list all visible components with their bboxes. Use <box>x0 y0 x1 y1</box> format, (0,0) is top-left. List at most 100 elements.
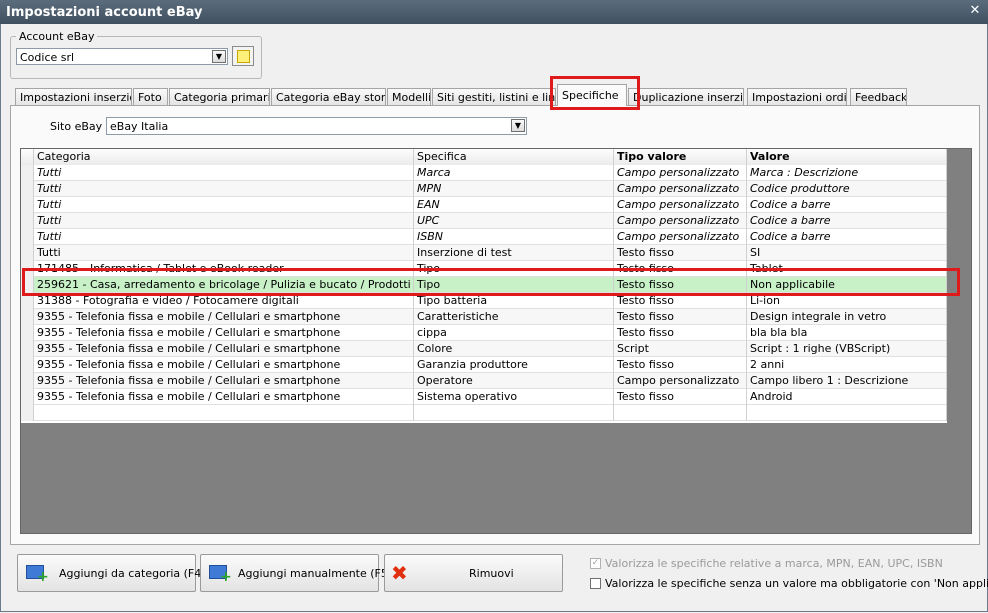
table-cell: bla bla bla <box>747 325 947 341</box>
table-cell: Testo fisso <box>614 277 747 293</box>
close-icon[interactable]: ✕ <box>968 4 982 18</box>
site-label: Sito eBay : <box>50 120 110 133</box>
row-indicator[interactable] <box>21 341 34 357</box>
table-cell: Sistema operativo <box>414 389 614 405</box>
table-cell: Testo fisso <box>614 357 747 373</box>
row-indicator[interactable] <box>21 245 34 261</box>
tab-foto[interactable]: Foto <box>133 88 168 105</box>
add-from-category-button[interactable]: Aggiungi da categoria (F4) <box>17 554 206 592</box>
opt2-label: Valorizza le specifiche senza un valore … <box>605 577 988 590</box>
tab-feedback[interactable]: Feedback <box>850 88 907 105</box>
table-cell: Tutti <box>34 197 414 213</box>
delete-icon: ✖ <box>391 561 408 585</box>
add-manual-button[interactable]: Aggiungi manualmente (F5) <box>200 554 392 592</box>
chevron-down-icon[interactable]: ▼ <box>212 50 226 63</box>
tab-categoria-ebay-store[interactable]: Categoria eBay store <box>271 88 386 105</box>
table-cell: Testo fisso <box>614 389 747 405</box>
account-edit-button[interactable] <box>232 46 254 66</box>
specifiche-grid[interactable]: Categoria Specifica Tipo valore Valore Tutti… <box>20 148 972 534</box>
row-indicator[interactable] <box>21 405 34 421</box>
row-indicator[interactable] <box>21 229 34 245</box>
opt2-checkbox[interactable] <box>590 578 601 589</box>
table-row[interactable]: 9355 - Telefonia fissa e mobile / Cellul… <box>21 357 947 373</box>
row-indicator[interactable] <box>21 261 34 277</box>
column-header: Valore <box>747 149 947 165</box>
table-row[interactable]: Tutti Inserzione di test Testo fisso SI <box>21 245 947 261</box>
note-icon <box>237 50 250 63</box>
add-icon <box>209 565 232 585</box>
table-row[interactable]: 31388 - Fotografia e video / Fotocamere … <box>21 293 947 309</box>
tab-impostazioni-inserzioni[interactable]: Impostazioni inserzioni <box>15 88 132 105</box>
table-cell: 9355 - Telefonia fissa e mobile / Cellul… <box>34 357 414 373</box>
table-row[interactable]: Tutti Marca Campo personalizzato Marca : De… <box>21 165 947 181</box>
table-cell: Tipo <box>414 277 614 293</box>
table-cell: Marca : Descrizione <box>747 165 947 181</box>
table-cell: 2 anni <box>747 357 947 373</box>
table-row[interactable]: 171485 - Informatica / Tablet e eBook re… <box>21 261 947 277</box>
row-indicator[interactable] <box>21 165 34 181</box>
row-indicator[interactable] <box>21 181 34 197</box>
chevron-down-icon[interactable]: ▼ <box>511 119 525 132</box>
tab-siti-gestiti[interactable]: Siti gestiti, listini e lingue <box>432 88 556 105</box>
table-cell: Campo libero 1 : Descrizione <box>747 373 947 389</box>
table-cell: 259621 - Casa, arredamento e bricolage /… <box>34 277 414 293</box>
table-cell: Tutti <box>34 213 414 229</box>
opt1-checkbox[interactable]: ✓ <box>590 558 601 569</box>
table-cell: 31388 - Fotografia e video / Fotocamere … <box>34 293 414 309</box>
account-select[interactable]: Codice srl ▼ <box>16 48 228 65</box>
table-cell: UPC <box>414 213 614 229</box>
row-indicator[interactable] <box>21 357 34 373</box>
table-cell: Tutti <box>34 229 414 245</box>
row-indicator[interactable] <box>21 197 34 213</box>
title-bar: Impostazioni account eBay <box>0 0 988 24</box>
table-row[interactable]: 259621 - Casa, arredamento e bricolage /… <box>21 277 947 293</box>
table-cell: Testo fisso <box>614 245 747 261</box>
table-row[interactable]: 9355 - Telefonia fissa e mobile / Cellul… <box>21 389 947 405</box>
table-cell: MPN <box>414 181 614 197</box>
table-cell: 171485 - Informatica / Tablet e eBook re… <box>34 261 414 277</box>
table-row[interactable] <box>21 405 947 421</box>
table-cell: Testo fisso <box>614 293 747 309</box>
table-row[interactable]: Tutti MPN Campo personalizzato Codice produ… <box>21 181 947 197</box>
table-cell: Campo personalizzato <box>614 213 747 229</box>
row-indicator[interactable] <box>21 373 34 389</box>
table-cell: Android <box>747 389 947 405</box>
table-cell: SI <box>747 245 947 261</box>
table-cell: 9355 - Telefonia fissa e mobile / Cellul… <box>34 389 414 405</box>
row-indicator[interactable] <box>21 277 34 293</box>
row-indicator[interactable] <box>21 325 34 341</box>
table-row[interactable]: 9355 - Telefonia fissa e mobile / Cellul… <box>21 309 947 325</box>
table-cell: Marca <box>414 165 614 181</box>
site-select[interactable]: eBay Italia ▼ <box>106 117 527 135</box>
tab-categoria-primaria[interactable]: Categoria primaria <box>169 88 270 105</box>
table-row[interactable]: 9355 - Telefonia fissa e mobile / Cellul… <box>21 341 947 357</box>
tab-impostazioni-ordini[interactable]: Impostazioni ordini <box>747 88 847 105</box>
column-header: Tipo valore <box>614 149 747 165</box>
table-cell <box>614 405 747 421</box>
add-icon <box>26 565 49 585</box>
row-indicator[interactable] <box>21 213 34 229</box>
table-cell: Campo personalizzato <box>614 373 747 389</box>
table-cell: Tipo <box>414 261 614 277</box>
table-cell: Tutti <box>34 181 414 197</box>
table-row[interactable]: Tutti UPC Campo personalizzato Codice a bar… <box>21 213 947 229</box>
row-indicator[interactable] <box>21 389 34 405</box>
remove-button[interactable]: ✖ Rimuovi <box>384 554 563 592</box>
table-row[interactable]: Tutti ISBN Campo personalizzato Codice a ba… <box>21 229 947 245</box>
table-cell: Campo personalizzato <box>614 165 747 181</box>
window-title: Impostazioni account eBay <box>6 5 203 20</box>
row-indicator[interactable] <box>21 149 34 165</box>
table-row[interactable]: Tutti EAN Campo personalizzato Codice a bar… <box>21 197 947 213</box>
tab-specifiche[interactable]: Specifiche <box>557 84 627 106</box>
table-row[interactable]: 9355 - Telefonia fissa e mobile / Cellul… <box>21 373 947 389</box>
table-cell: Operatore <box>414 373 614 389</box>
table-cell: Testo fisso <box>614 261 747 277</box>
row-indicator[interactable] <box>21 293 34 309</box>
row-indicator[interactable] <box>21 309 34 325</box>
table-cell: Caratteristiche <box>414 309 614 325</box>
table-cell: 9355 - Telefonia fissa e mobile / Cellul… <box>34 373 414 389</box>
table-row[interactable]: 9355 - Telefonia fissa e mobile / Cellul… <box>21 325 947 341</box>
tab-modelli[interactable]: Modelli <box>387 88 431 105</box>
tab-duplicazione-inserzioni[interactable]: Duplicazione inserzioni <box>628 88 744 105</box>
table-cell: Script : 1 righe (VBScript) <box>747 341 947 357</box>
